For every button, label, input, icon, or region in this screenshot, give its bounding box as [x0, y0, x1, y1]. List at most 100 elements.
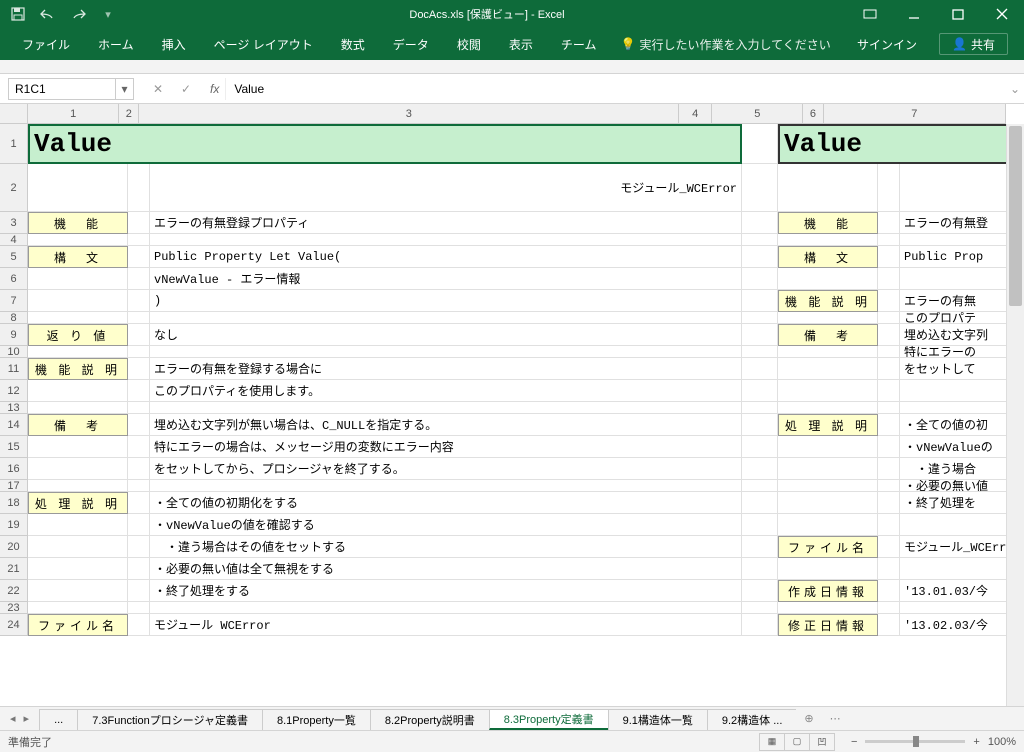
- sheet-tab[interactable]: 8.3Property定義書: [489, 709, 609, 730]
- text[interactable]: ・vNewValueの値を確認する: [150, 514, 742, 536]
- sheet-tab[interactable]: 8.1Property一覧: [262, 709, 371, 730]
- grid-cell[interactable]: [778, 358, 878, 380]
- grid-cell[interactable]: [742, 436, 778, 458]
- grid-cell[interactable]: [878, 436, 900, 458]
- column-header[interactable]: 1: [28, 104, 119, 124]
- grid-cell[interactable]: [742, 614, 778, 636]
- grid-cell[interactable]: [28, 234, 128, 246]
- sheet-tab[interactable]: 9.1構造体一覧: [608, 709, 708, 730]
- row-header[interactable]: 23: [0, 602, 28, 614]
- grid-cell[interactable]: [128, 492, 150, 514]
- grid-cell[interactable]: [742, 492, 778, 514]
- text[interactable]: このプロパティを使用します。: [150, 380, 742, 402]
- text[interactable]: ・終了処理をする: [150, 580, 742, 602]
- row-header[interactable]: 17: [0, 480, 28, 492]
- text[interactable]: をセットしてから、プロシージャを終了する。: [150, 458, 742, 480]
- grid-cell[interactable]: [878, 234, 900, 246]
- grid-cell[interactable]: [878, 480, 900, 492]
- grid-cell[interactable]: [128, 324, 150, 346]
- text[interactable]: 特にエラーの場合は、メッセージ用の変数にエラー内容: [150, 436, 742, 458]
- grid-cell[interactable]: [742, 234, 778, 246]
- grid-cell[interactable]: [742, 164, 778, 212]
- label-note-r[interactable]: 備 考: [778, 324, 878, 346]
- grid-cell[interactable]: [878, 614, 900, 636]
- grid-cell[interactable]: [778, 234, 878, 246]
- grid-cell[interactable]: [742, 312, 778, 324]
- grid-cell[interactable]: [742, 358, 778, 380]
- view-pagelayout-icon[interactable]: ▢: [784, 733, 810, 751]
- grid-cell[interactable]: [878, 458, 900, 480]
- grid-cell[interactable]: [28, 458, 128, 480]
- grid-cell[interactable]: [742, 558, 778, 580]
- grid-cell[interactable]: [742, 212, 778, 234]
- row-header[interactable]: 14: [0, 414, 28, 436]
- column-header[interactable]: 7: [824, 104, 1006, 124]
- row-header[interactable]: 13: [0, 402, 28, 414]
- tab-insert[interactable]: 挿入: [148, 28, 200, 60]
- tab-home[interactable]: ホーム: [84, 28, 148, 60]
- maximize-icon[interactable]: [936, 0, 980, 28]
- text[interactable]: Public Property Let Value(: [150, 246, 742, 268]
- row-header[interactable]: 3: [0, 212, 28, 234]
- enter-formula-icon[interactable]: ✓: [176, 82, 196, 96]
- grid-cell[interactable]: [28, 164, 128, 212]
- row-header[interactable]: 1: [0, 124, 28, 164]
- grid-cell[interactable]: [878, 164, 900, 212]
- grid-cell[interactable]: [128, 268, 150, 290]
- grid-cell[interactable]: [150, 346, 742, 358]
- grid-cell[interactable]: [28, 380, 128, 402]
- grid-cell[interactable]: [742, 324, 778, 346]
- label-return[interactable]: 返 り 値: [28, 324, 128, 346]
- grid-cell[interactable]: [128, 234, 150, 246]
- tab-nav-prev-icon[interactable]: ▸: [22, 710, 32, 727]
- row-header[interactable]: 12: [0, 380, 28, 402]
- sheet-tab[interactable]: 8.2Property説明書: [370, 709, 490, 730]
- tab-pagelayout[interactable]: ページ レイアウト: [200, 28, 327, 60]
- grid-cell[interactable]: [778, 480, 878, 492]
- formula-input[interactable]: Value: [225, 78, 1006, 100]
- tab-data[interactable]: データ: [379, 28, 443, 60]
- module-name[interactable]: モジュール_WCError: [150, 164, 742, 212]
- tab-review[interactable]: 校閲: [443, 28, 495, 60]
- label-desc-r[interactable]: 機 能 説 明: [778, 290, 878, 312]
- column-header[interactable]: 3: [139, 104, 679, 124]
- grid-cell[interactable]: [28, 580, 128, 602]
- column-header[interactable]: 5: [712, 104, 803, 124]
- share-button[interactable]: 👤 共有: [939, 33, 1008, 55]
- close-icon[interactable]: [980, 0, 1024, 28]
- grid-cell[interactable]: [128, 480, 150, 492]
- sheet-tab[interactable]: ...: [39, 709, 78, 730]
- name-box[interactable]: R1C1: [8, 78, 116, 100]
- grid-cell[interactable]: [28, 312, 128, 324]
- label-filename-r[interactable]: ファイル名: [778, 536, 878, 558]
- column-header[interactable]: 6: [803, 104, 823, 124]
- grid-cell[interactable]: [742, 346, 778, 358]
- grid-cell[interactable]: [878, 602, 900, 614]
- view-normal-icon[interactable]: ▦: [759, 733, 785, 751]
- scroll-thumb[interactable]: [1009, 126, 1022, 306]
- tab-file[interactable]: ファイル: [8, 28, 84, 60]
- view-pagebreak-icon[interactable]: 凹: [809, 733, 835, 751]
- grid-cell[interactable]: [128, 212, 150, 234]
- row-header[interactable]: 6: [0, 268, 28, 290]
- grid-cell[interactable]: [28, 346, 128, 358]
- grid-cell[interactable]: [128, 514, 150, 536]
- text[interactable]: モジュール WCError: [150, 614, 742, 636]
- grid-cell[interactable]: [742, 458, 778, 480]
- row-header[interactable]: 24: [0, 614, 28, 636]
- grid-cell[interactable]: [128, 290, 150, 312]
- grid-cell[interactable]: [878, 246, 900, 268]
- grid-cell[interactable]: [878, 580, 900, 602]
- grid-cell[interactable]: [28, 290, 128, 312]
- grid-cell[interactable]: [150, 402, 742, 414]
- grid-cell[interactable]: [28, 402, 128, 414]
- grid-cell[interactable]: [128, 458, 150, 480]
- grid-cell[interactable]: [742, 268, 778, 290]
- row-header[interactable]: 10: [0, 346, 28, 358]
- tab-formulas[interactable]: 数式: [327, 28, 379, 60]
- row-header[interactable]: 7: [0, 290, 28, 312]
- tab-nav-first-icon[interactable]: ◂: [8, 710, 18, 727]
- row-header[interactable]: 5: [0, 246, 28, 268]
- grid-cell[interactable]: [742, 580, 778, 602]
- grid-cell[interactable]: [878, 312, 900, 324]
